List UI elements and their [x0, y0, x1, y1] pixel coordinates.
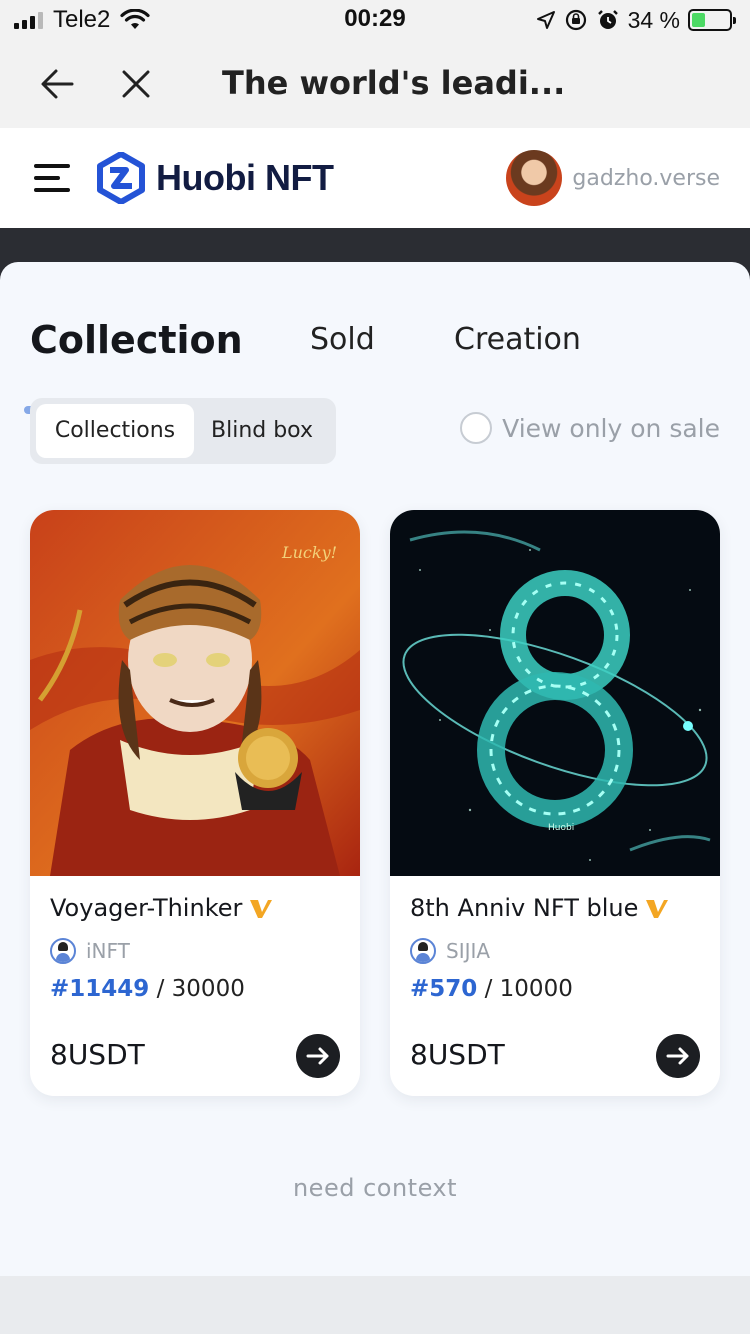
tab-creation[interactable]: Creation: [454, 322, 581, 357]
segment-blind-box[interactable]: Blind box: [194, 404, 330, 458]
arrow-right-icon[interactable]: [296, 1034, 340, 1078]
location-icon: [536, 11, 555, 29]
creator[interactable]: iNFT: [50, 938, 340, 964]
nft-title-text[interactable]: 8th Anniv NFT blue: [410, 894, 638, 922]
site-header: Huobi NFT gadzho.verse: [0, 128, 750, 228]
verified-badge-icon: [250, 900, 273, 918]
arrow-right-icon[interactable]: [656, 1034, 700, 1078]
creator[interactable]: SIJIA: [410, 938, 700, 964]
nft-card[interactable]: Lucky! Voyager-Thinker iNFT #11449 / 300…: [30, 510, 360, 1096]
svg-text:Lucky!: Lucky!: [281, 543, 337, 562]
creator-avatar: [50, 938, 76, 964]
svg-text:Huobi: Huobi: [548, 823, 574, 833]
segment-collections[interactable]: Collections: [36, 404, 194, 458]
on-sale-filter[interactable]: View only on sale: [460, 412, 720, 444]
hamburger-menu-icon[interactable]: [34, 164, 70, 192]
browser-toolbar: The world's leadi...: [0, 40, 750, 128]
huobi-logo-icon: [97, 152, 145, 204]
creator-name[interactable]: iNFT: [86, 939, 130, 963]
username[interactable]: gadzho.verse: [572, 166, 720, 191]
tab-collection[interactable]: Collection: [30, 318, 243, 362]
nft-artwork-voyager-thinker[interactable]: Lucky!: [30, 510, 360, 876]
verified-badge-icon: [646, 900, 669, 918]
orientation-lock-icon: [565, 9, 586, 31]
edition-total: / 30000: [156, 976, 245, 1002]
on-sale-label[interactable]: View only on sale: [502, 414, 720, 443]
nft-price: 8USDT: [410, 1038, 505, 1071]
collection-type-switch: Collections Blind box: [30, 398, 336, 464]
battery-charging-icon: [688, 9, 736, 31]
back-arrow-icon[interactable]: [36, 62, 80, 106]
edition-total: / 10000: [484, 976, 573, 1002]
edition-info: #570 / 10000: [410, 976, 700, 1002]
nft-card[interactable]: Huobi 8th Anniv NFT blue SIJIA #570 / 10…: [390, 510, 720, 1096]
logo-text: Huobi NFT: [156, 157, 334, 198]
collection-panel: Collection Sold Creation Collections Bli…: [0, 262, 750, 1276]
alarm-icon: [597, 10, 618, 29]
nft-title-text[interactable]: Voyager-Thinker: [50, 894, 242, 922]
edition-info: #11449 / 30000: [50, 976, 340, 1002]
status-bar: Tele2 00:29 34 %: [0, 0, 750, 40]
page-title: The world's leadi...: [222, 64, 566, 102]
nft-title[interactable]: 8th Anniv NFT blue: [410, 894, 700, 922]
avatar[interactable]: [506, 150, 563, 206]
footer-note: need context: [292, 1174, 458, 1202]
creator-name[interactable]: SIJIA: [446, 939, 490, 963]
edition-number: #11449: [50, 976, 150, 1002]
close-icon[interactable]: [114, 62, 158, 106]
on-sale-radio[interactable]: [460, 412, 493, 444]
battery-percent: 34 %: [627, 6, 680, 33]
profile-tabs: Collection Sold Creation: [24, 318, 720, 414]
nft-title[interactable]: Voyager-Thinker: [50, 894, 340, 922]
user-profile[interactable]: gadzho.verse: [506, 150, 720, 206]
edition-number: #570: [410, 976, 478, 1002]
creator-avatar: [410, 938, 436, 964]
tab-sold[interactable]: Sold: [310, 322, 375, 357]
nft-price: 8USDT: [50, 1038, 145, 1071]
nft-artwork-8th-anniv[interactable]: Huobi: [390, 510, 720, 876]
huobi-nft-logo[interactable]: Huobi NFT: [96, 152, 334, 204]
